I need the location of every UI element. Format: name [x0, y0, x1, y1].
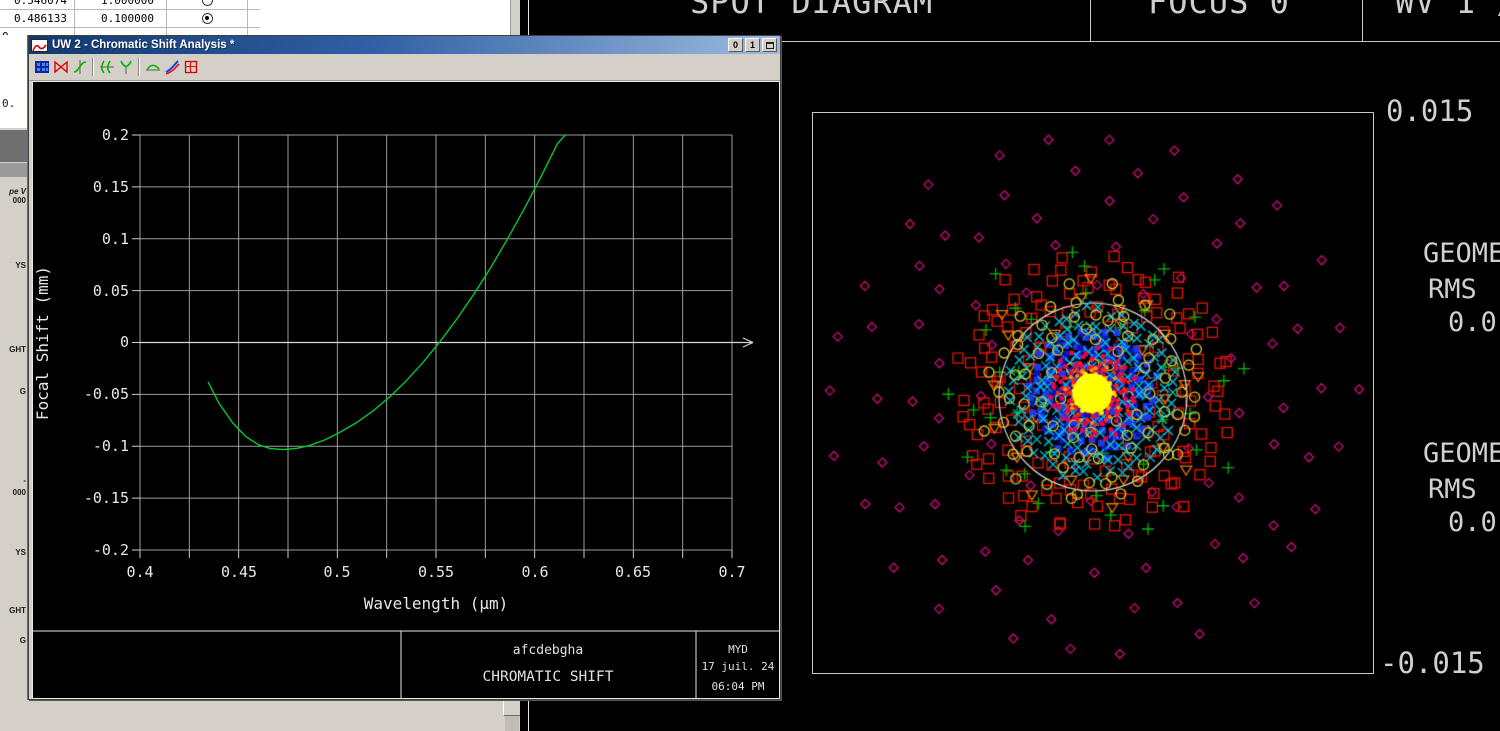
wavelength-cell[interactable]: 0.486133 [0, 10, 75, 27]
window-icon [31, 38, 48, 52]
rms-label: RMS [1428, 474, 1477, 505]
x-tick: 0.65 [615, 563, 651, 581]
spreadsheet-edge [0, 35, 27, 128]
wavelength-radio[interactable] [201, 13, 213, 24]
x-tick: 0.7 [718, 563, 745, 581]
y-axis-title: Focal Shift (mm) [33, 266, 52, 420]
author-label: MYD [728, 643, 748, 656]
spot-diagram-canvas [813, 113, 1373, 673]
header-divider [1362, 0, 1363, 41]
x-axis-title: Wavelength (µm) [364, 594, 509, 613]
plot-title-label: CHROMATIC SHIFT [483, 669, 614, 685]
chromatic-shift-window: UW 2 - Chromatic Shift Analysis * 0 1 0.… [28, 35, 781, 700]
current-wavelength-cell [167, 10, 248, 27]
occluded-bottom-window [0, 700, 523, 731]
x-tick: 0.6 [521, 563, 548, 581]
current-wavelength-cell [167, 28, 248, 35]
label-fragment: G [19, 636, 26, 645]
cell-fragment: 0. [2, 97, 16, 110]
header-divider [1090, 0, 1091, 41]
toolbar-separator [138, 58, 140, 76]
label-fragment: G [19, 387, 26, 396]
scrollbar-corner[interactable] [503, 700, 521, 716]
date-label: 17 juil. 24 [702, 660, 775, 673]
ray-fan-icon[interactable] [51, 58, 70, 77]
chromatic-plot-area: 0.2 0.15 0.1 0.05 0 -0.05 -0.1 -0.15 -0.… [32, 81, 780, 699]
rms-label: RMS [1428, 274, 1477, 305]
y-tick: 0 [120, 333, 129, 351]
geometric-label: GEOME [1423, 238, 1500, 269]
x-tick: 0.5 [323, 563, 350, 581]
lens-id-label: afcdebgha [513, 643, 583, 658]
label-fragment: 000 [12, 488, 26, 497]
lateral-color-icon[interactable] [162, 58, 181, 77]
scale-top-label: 0.015 [1386, 94, 1474, 128]
scale-bottom-label: -0.015 [1380, 646, 1485, 680]
maximize-icon [765, 41, 774, 49]
y-tick: -0.1 [93, 437, 129, 455]
scrollbar-track[interactable] [505, 716, 519, 731]
y-tick: 0.15 [93, 178, 129, 196]
table-row: 0.486133 0.100000 [0, 10, 260, 28]
wavelength-cell[interactable]: 0. [0, 28, 75, 35]
spot-diagram-icon[interactable] [32, 58, 51, 77]
rms-value: 0.0 [1448, 507, 1497, 538]
distortion-grid-icon[interactable] [181, 58, 200, 77]
window-controls: 0 1 [728, 38, 780, 52]
field-curves-icon[interactable] [97, 58, 116, 77]
y-tick: 0.1 [102, 230, 129, 248]
x-tick: 0.4 [126, 563, 153, 581]
y-tick: -0.2 [93, 541, 129, 559]
spot-diagram-plot [812, 112, 1374, 674]
y-tick: 0.05 [93, 282, 129, 300]
label-fragment: GHT [9, 606, 26, 615]
x-tick: 0.55 [418, 563, 454, 581]
chromatic-shift-icon[interactable] [70, 58, 89, 77]
window-button-0[interactable]: 0 [728, 38, 743, 52]
title-bar[interactable]: UW 2 - Chromatic Shift Analysis * 0 1 [29, 36, 780, 54]
time-label: 06:04 PM [712, 680, 765, 693]
label-fragment: 000 [12, 196, 26, 205]
weight-cell[interactable] [75, 28, 167, 35]
current-wavelength-cell [167, 0, 248, 9]
spot-diagram-header: SPOT DIAGRAM [690, 0, 934, 21]
label-fragment: YS [15, 548, 26, 557]
focus-header: FOCUS 0 [1148, 0, 1290, 21]
window-button-1[interactable]: 1 [745, 38, 760, 52]
astigmatism-icon[interactable] [116, 58, 135, 77]
window-band [0, 130, 27, 162]
geometric-label: GEOME [1423, 438, 1500, 469]
window-title: UW 2 - Chromatic Shift Analysis * [52, 39, 235, 51]
longitudinal-shift-icon[interactable] [143, 58, 162, 77]
weight-cell[interactable]: 1.000000 [75, 0, 167, 9]
label-fragment: pe V [9, 187, 26, 196]
table-row: 0.546074 1.000000 [0, 0, 260, 10]
y-tick: -0.05 [84, 385, 129, 403]
analysis-toolbar [29, 54, 780, 81]
window-frame-strip [511, 0, 520, 35]
desktop: 0.546074 1.000000 0.486133 0.100000 0. 0… [0, 0, 1500, 731]
x-tick: 0.45 [221, 563, 257, 581]
wavelength-cell[interactable]: 0.546074 [0, 0, 75, 9]
maximize-button[interactable] [762, 38, 777, 52]
label-fragment: YS [15, 261, 26, 270]
wavelength-radio[interactable] [201, 0, 213, 6]
y-tick: -0.15 [84, 489, 129, 507]
wavelengths-spreadsheet: 0.546074 1.000000 0.486133 0.100000 0. [0, 0, 511, 35]
table-row: 0. [0, 28, 260, 35]
occluded-left-windows: 0. pe V 000 YS GHT G - 000 YS GHT G [0, 35, 28, 731]
wavelength-header: WV 1 / [1395, 0, 1500, 21]
rms-value: 0.0 [1448, 307, 1497, 338]
label-fragment: - [23, 476, 26, 485]
y-tick: 0.2 [102, 126, 129, 144]
label-fragment: GHT [9, 345, 26, 354]
toolbar-separator [92, 58, 94, 76]
window-band [0, 163, 27, 177]
weight-cell[interactable]: 0.100000 [75, 10, 167, 27]
